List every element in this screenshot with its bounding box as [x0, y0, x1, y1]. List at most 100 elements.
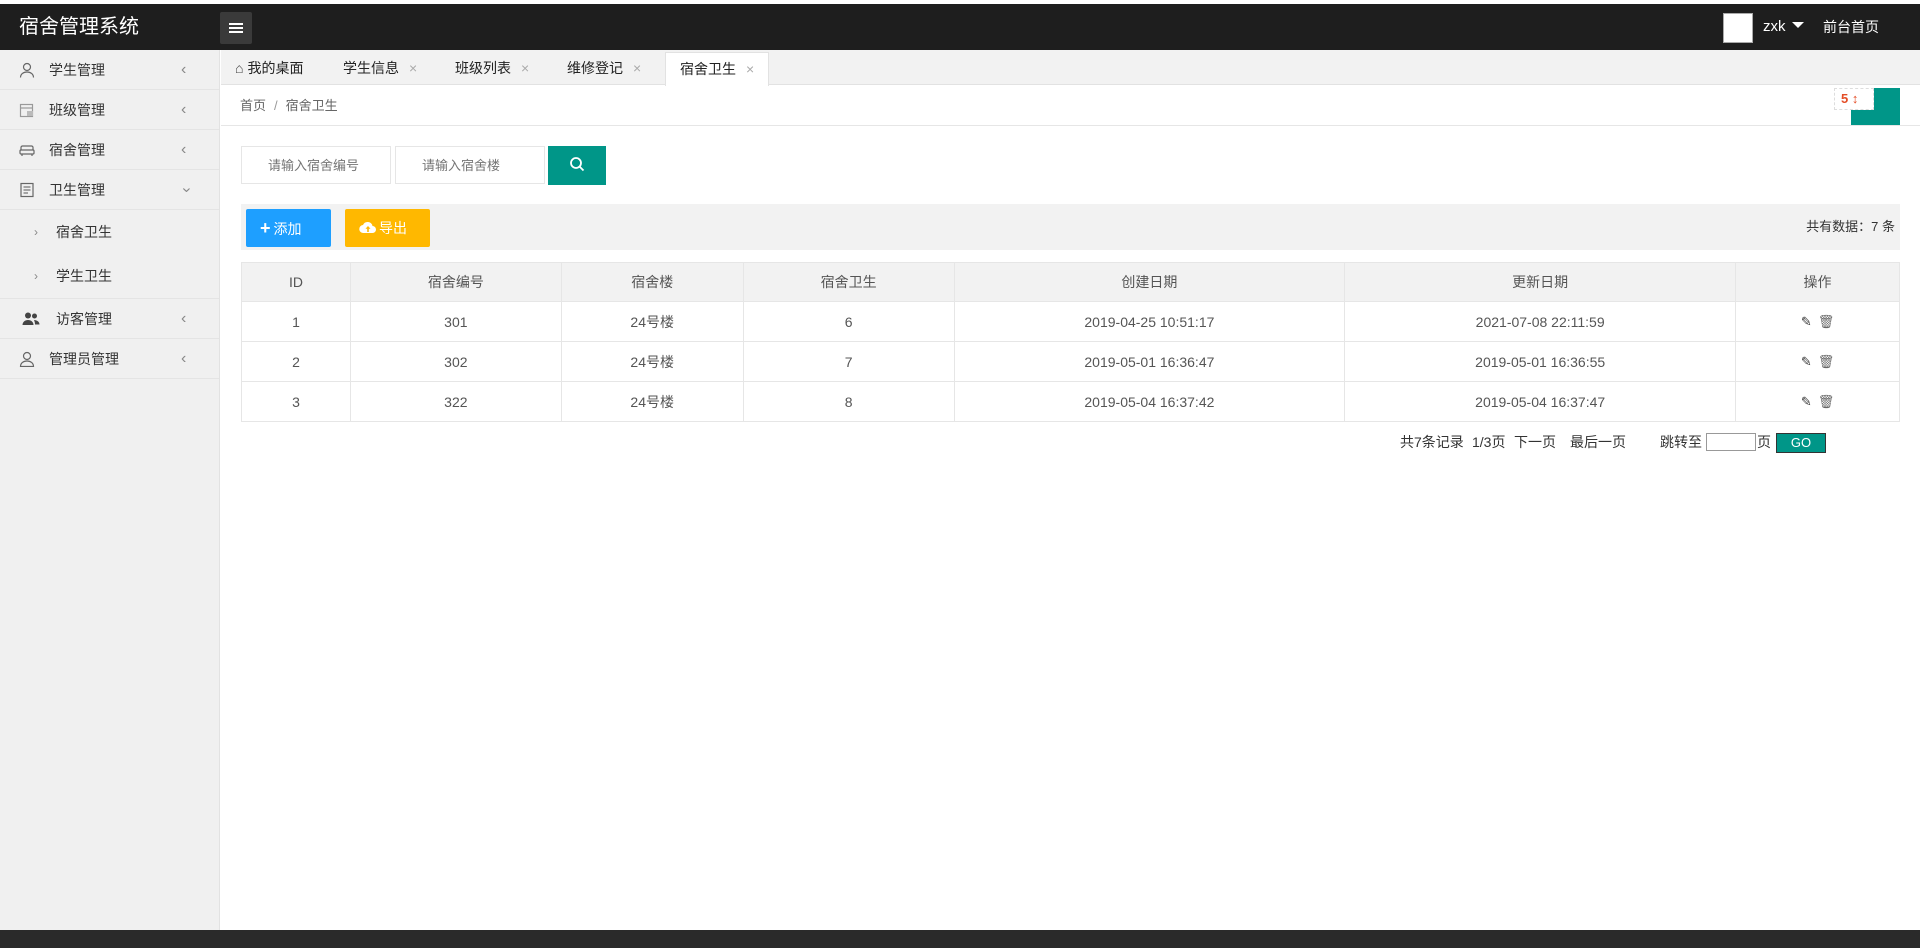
search-icon — [569, 156, 585, 175]
trash-icon[interactable]: 🗑 — [1818, 314, 1835, 329]
cell-updated: 2019-05-01 16:36:55 — [1344, 341, 1737, 382]
close-icon[interactable]: × — [521, 60, 529, 76]
cell-actions: ✎ 🗑 — [1735, 341, 1900, 382]
sofa-icon — [19, 142, 35, 158]
cell-room-number: 301 — [349, 301, 562, 342]
chevron-left-icon: ‹ — [181, 141, 187, 158]
pager-jump-input[interactable] — [1706, 433, 1756, 451]
tab-desktop[interactable]: ⌂ 我的桌面 — [221, 52, 317, 85]
tab-label: 我的桌面 — [247, 60, 304, 76]
close-icon[interactable]: × — [633, 60, 641, 76]
add-button-label: 添加 — [273, 221, 302, 237]
sidebar-item-label: 宿舍管理 — [49, 142, 105, 158]
table-row: 1 301 24号楼 6 2019-04-25 10:51:17 2021-07… — [241, 301, 1900, 342]
sidebar-subitem-label: 宿舍卫生 — [56, 224, 112, 240]
breadcrumb-home[interactable]: 首页 — [240, 98, 266, 113]
cell-building: 24号楼 — [560, 341, 744, 382]
close-icon[interactable]: × — [409, 60, 417, 76]
user-menu[interactable]: zxk — [1763, 4, 1804, 50]
chevron-left-icon: ‹ — [181, 61, 187, 78]
export-button[interactable]: 导出 — [345, 209, 430, 247]
html5-badge-icon: 5 ↕ — [1834, 88, 1874, 110]
total-count: 共有数据：7 条 — [1806, 219, 1895, 234]
cell-actions: ✎ 🗑 — [1735, 381, 1900, 422]
tab-repair-records[interactable]: 维修登记 × — [553, 52, 655, 85]
chevron-left-icon: ‹ — [181, 310, 187, 327]
sidebar-item-students[interactable]: 学生管理 ‹ — [0, 50, 219, 90]
tab-student-info[interactable]: 学生信息 × — [329, 52, 431, 85]
pencil-icon[interactable]: ✎ — [1801, 314, 1812, 329]
tab-label: 维修登记 — [567, 60, 623, 76]
pager-page-unit: 页 — [1757, 434, 1771, 450]
sidebar-subitem-student-hygiene[interactable]: › 学生卫生 — [0, 254, 219, 298]
cell-updated: 2019-05-04 16:37:47 — [1344, 381, 1737, 422]
sidebar-item-label: 管理员管理 — [49, 351, 119, 367]
sidebar-subitem-dorm-hygiene[interactable]: › 宿舍卫生 — [0, 210, 219, 254]
user-name: zxk — [1763, 18, 1786, 35]
sidebar-item-hygiene[interactable]: 卫生管理 ‹ — [0, 170, 219, 210]
column-header: 宿舍楼 — [560, 262, 744, 302]
cell-hygiene: 6 — [742, 301, 955, 342]
caret-down-icon — [1791, 22, 1804, 29]
tab-bar: ⌂ 我的桌面 学生信息 × 班级列表 × 维修登记 × 宿舍卫生 × — [221, 50, 1920, 86]
sidebar-subitem-label: 学生卫生 — [56, 268, 112, 284]
column-header: 操作 — [1735, 262, 1900, 302]
pager-jump-label: 跳转至 — [1660, 434, 1702, 450]
add-button[interactable]: + 添加 — [246, 209, 331, 247]
sidebar-item-dorms[interactable]: 宿舍管理 ‹ — [0, 130, 219, 170]
top-header: 宿舍管理系统 zxk 前台首页 — [0, 4, 1920, 50]
building-search-input[interactable] — [395, 146, 545, 184]
chevron-left-icon: ‹ — [181, 350, 187, 367]
tab-label: 学生信息 — [343, 60, 399, 76]
column-header: ID — [241, 262, 351, 302]
sidebar-item-label: 学生管理 — [49, 62, 105, 78]
room-number-search-input[interactable] — [241, 146, 391, 184]
chevron-down-icon: ‹ — [177, 187, 195, 193]
home-icon: ⌂ — [235, 60, 244, 76]
trash-icon[interactable]: 🗑 — [1818, 394, 1835, 409]
pager-page: 1/3页 — [1472, 434, 1506, 450]
search-button[interactable] — [548, 146, 606, 185]
cell-created: 2019-05-01 16:36:47 — [953, 341, 1346, 382]
sidebar-item-admins[interactable]: 管理员管理 ‹ — [0, 339, 219, 379]
export-button-label: 导出 — [379, 220, 407, 236]
tab-label: 班级列表 — [455, 60, 511, 76]
cloud-upload-icon — [359, 210, 377, 248]
menu-toggle-button[interactable] — [220, 12, 252, 44]
tab-dorm-hygiene[interactable]: 宿舍卫生 × — [665, 52, 770, 86]
sidebar-item-visitors[interactable]: 访客管理 ‹ — [0, 299, 219, 339]
cell-building: 24号楼 — [560, 381, 744, 422]
chevron-left-icon: ‹ — [181, 101, 187, 118]
breadcrumb-current: 宿舍卫生 — [285, 98, 338, 113]
column-header: 更新日期 — [1344, 262, 1737, 302]
cell-created: 2019-04-25 10:51:17 — [953, 301, 1346, 342]
pager-next-link[interactable]: 下一页 — [1514, 432, 1556, 452]
cell-hygiene: 7 — [742, 341, 955, 382]
column-header: 创建日期 — [953, 262, 1346, 302]
calendar-icon — [19, 102, 35, 118]
document-icon — [19, 182, 35, 198]
cell-room-number: 322 — [349, 381, 562, 422]
plus-icon: + — [260, 218, 271, 238]
column-header: 宿舍编号 — [349, 262, 562, 302]
pencil-icon[interactable]: ✎ — [1801, 354, 1812, 369]
tab-class-list[interactable]: 班级列表 × — [441, 52, 543, 85]
pager-last-link[interactable]: 最后一页 — [1570, 432, 1626, 452]
sidebar-item-label: 卫生管理 — [49, 182, 105, 198]
cell-building: 24号楼 — [560, 301, 744, 342]
menu-bars-icon — [229, 21, 243, 35]
front-home-link[interactable]: 前台首页 — [1823, 4, 1879, 50]
close-icon[interactable]: × — [746, 61, 754, 77]
cell-hygiene: 8 — [742, 381, 955, 422]
trash-icon[interactable]: 🗑 — [1818, 354, 1835, 369]
avatar[interactable] — [1723, 13, 1753, 43]
table-header-row: ID 宿舍编号 宿舍楼 宿舍卫生 创建日期 更新日期 操作 — [241, 262, 1900, 302]
go-button[interactable]: GO — [1776, 433, 1826, 453]
pencil-icon[interactable]: ✎ — [1801, 394, 1812, 409]
users-icon — [22, 311, 40, 327]
column-header: 宿舍卫生 — [742, 262, 955, 302]
sidebar-item-classes[interactable]: 班级管理 ‹ — [0, 90, 219, 130]
sidebar: 学生管理 ‹ 班级管理 ‹ 宿舍管理 ‹ 卫生管理 ‹ › 宿舍卫生 › 学生卫… — [0, 50, 220, 930]
cell-id: 2 — [241, 341, 351, 382]
cell-id: 3 — [241, 381, 351, 422]
